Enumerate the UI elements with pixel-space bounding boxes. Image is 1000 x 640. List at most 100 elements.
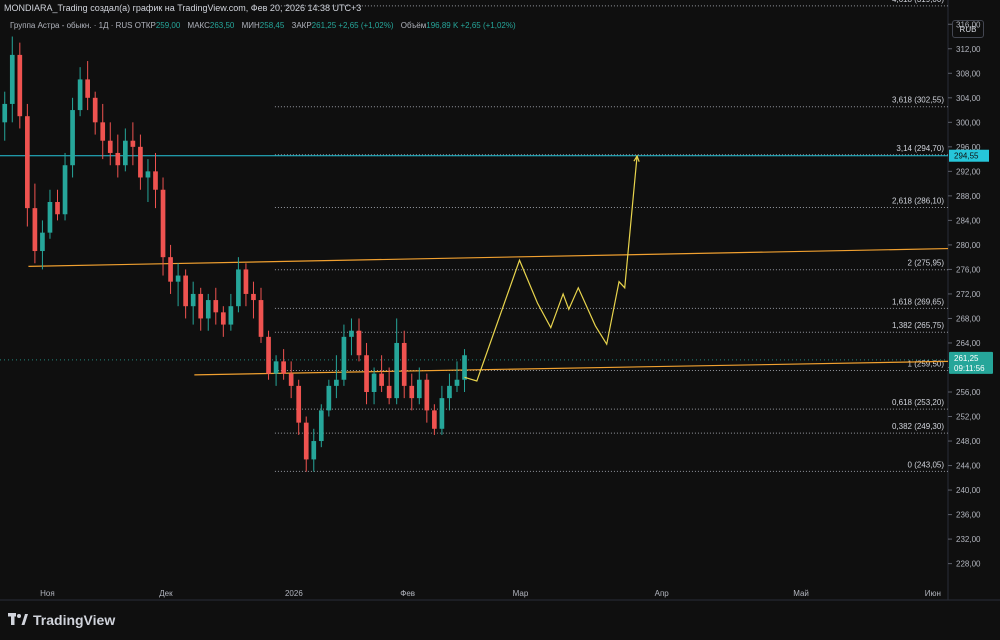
candle-body	[40, 232, 45, 252]
tradingview-logo: TradingView	[8, 612, 115, 628]
candle-body	[318, 410, 324, 442]
price-tick-label: 232,00	[956, 535, 981, 544]
candle-body	[62, 165, 68, 215]
fib-level-label: 0 (243,05)	[908, 460, 945, 469]
candle-body	[303, 422, 309, 460]
price-tick-label: 248,00	[956, 437, 981, 446]
time-tick-label: 2026	[285, 589, 303, 598]
price-tick-label: 304,00	[956, 94, 981, 103]
fib-level-label: 4,618 (319,00)	[892, 0, 944, 4]
candle-body	[447, 385, 452, 399]
candle-body	[273, 361, 279, 374]
candle-body	[175, 275, 181, 282]
candle-body	[107, 140, 113, 153]
logo-text: TradingView	[33, 612, 116, 628]
candle-body	[153, 171, 158, 190]
projection-line	[464, 155, 638, 382]
candle-body	[379, 373, 384, 386]
candle-body	[334, 379, 339, 386]
price-tick-label: 272,00	[956, 290, 981, 299]
candle-body	[183, 275, 188, 307]
time-tick-label: Фев	[400, 589, 415, 598]
candle-body	[100, 122, 106, 141]
time-tick-label: Ноя	[40, 589, 55, 598]
candle-body	[213, 300, 219, 313]
candle-body	[130, 140, 136, 147]
price-chart[interactable]: 0 (243,05) 0,382 (249,30) 0,618 (253,20) 1 …	[0, 0, 1000, 640]
price-tick-label: 316,00	[956, 20, 981, 29]
candle-body	[424, 379, 430, 411]
candle-body	[160, 189, 166, 258]
candle-body	[2, 103, 8, 123]
price-tick-label: 292,00	[956, 167, 981, 176]
time-tick-label: Мар	[513, 589, 529, 598]
candle-body	[77, 79, 83, 111]
price-tick-label: 264,00	[956, 339, 981, 348]
time-tick-label: Май	[793, 589, 809, 598]
candle-body	[123, 140, 128, 166]
trendline	[28, 247, 949, 267]
candle-body	[394, 342, 400, 399]
candle-body	[17, 54, 23, 117]
grid-layer	[0, 0, 1000, 601]
price-tick-label: 308,00	[956, 69, 981, 78]
candle-body	[85, 79, 90, 98]
price-tick-label: 228,00	[956, 560, 981, 569]
price-tick-label: 284,00	[956, 216, 981, 225]
candle-body	[371, 373, 377, 392]
last-price-text: 261,25	[954, 354, 979, 363]
candle-body	[168, 257, 173, 282]
time-axis: Ноя Дек 2026 Фев Мар Апр Май Июн	[40, 589, 941, 598]
price-tick-label: 236,00	[956, 511, 981, 520]
price-tick-label: 280,00	[956, 241, 981, 250]
price-tick-label: 268,00	[956, 314, 981, 323]
horizontal-line-price-text: 294,55	[954, 152, 979, 161]
candle-body	[409, 385, 415, 399]
candle-body	[228, 306, 234, 325]
candle-body	[462, 355, 467, 380]
candle-body	[416, 379, 422, 399]
price-tick-label: 252,00	[956, 413, 981, 422]
time-tick-label: Апр	[655, 589, 670, 598]
candle-body	[281, 361, 286, 374]
countdown-timer-text: 09:11:56	[954, 364, 985, 373]
candle-body	[32, 208, 38, 252]
fib-level-label: 3,618 (302,55)	[892, 96, 944, 105]
time-tick-label: Июн	[925, 589, 941, 598]
candle-body	[198, 293, 204, 319]
fib-level-label: 1,618 (269,65)	[892, 297, 944, 306]
projection-path	[464, 154, 640, 382]
candle-body	[432, 410, 437, 429]
price-axis: 228,00 232,00 236,00 240,00 244,00 248,00 252,…	[948, 20, 993, 569]
candle-body	[251, 293, 256, 301]
candle-body	[439, 398, 445, 429]
candle-body	[266, 336, 271, 374]
trendline	[194, 360, 949, 376]
candle-body	[190, 293, 196, 307]
candle-body	[115, 152, 121, 166]
candle-body	[341, 336, 347, 380]
candle-body	[243, 269, 249, 294]
time-tick-label: Дек	[159, 589, 173, 598]
candle-body	[220, 312, 226, 325]
candle-body	[55, 202, 60, 215]
price-tick-label: 240,00	[956, 486, 981, 495]
candle-body	[70, 110, 75, 166]
fib-level-label: 0,382 (249,30)	[892, 422, 944, 431]
candle-body	[401, 342, 407, 386]
fibonacci-levels: 0 (243,05) 0,382 (249,30) 0,618 (253,20) 1 …	[0, 0, 948, 472]
price-tick-label: 244,00	[956, 462, 981, 471]
candle-body	[236, 269, 241, 307]
candle-body	[311, 441, 317, 460]
candle-body	[25, 116, 30, 209]
candles	[2, 36, 467, 472]
candle-body	[349, 330, 354, 337]
candle-body	[288, 373, 294, 386]
candle-body	[386, 385, 392, 399]
candle-body	[9, 54, 15, 104]
candle-body	[47, 202, 53, 233]
candle-body	[92, 97, 98, 123]
fib-level-label: 3,14 (294,70)	[896, 144, 944, 153]
candle-body	[205, 300, 211, 319]
candle-body	[258, 300, 264, 337]
